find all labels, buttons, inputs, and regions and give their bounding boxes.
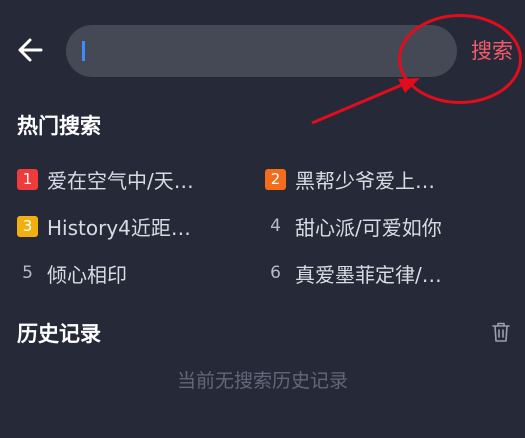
clear-history-button[interactable] <box>491 321 511 343</box>
hot-item-2[interactable]: 2 黑帮少爷爱上… <box>265 164 435 194</box>
rank-badge: 2 <box>265 168 286 190</box>
rank-number: 5 <box>22 263 33 283</box>
hot-item-5[interactable]: 5 倾心相印 <box>17 258 127 288</box>
hot-item-1[interactable]: 1 爱在空气中/天… <box>17 164 194 194</box>
hot-item-label: History4近距… <box>47 215 191 240</box>
hot-item-label: 黑帮少爷爱上… <box>295 168 435 193</box>
hot-search-title: 热门搜索 <box>17 114 101 138</box>
history-empty-text: 当前无搜索历史记录 <box>176 370 348 392</box>
search-screen: 搜索 热门搜索 1 爱在空气中/天… 2 黑帮少爷爱上… 3 History4近… <box>0 0 525 438</box>
hot-item-4[interactable]: 4 甜心派/可爱如你 <box>265 211 442 241</box>
trash-icon <box>492 322 510 342</box>
hot-item-label: 爱在空气中/天… <box>47 168 194 193</box>
hot-item-3[interactable]: 3 History4近距… <box>17 211 191 241</box>
hot-item-label: 倾心相印 <box>47 262 127 287</box>
rank-badge: 1 <box>17 168 38 190</box>
rank-number: 4 <box>270 216 281 236</box>
rank-number: 6 <box>270 263 281 283</box>
history-title: 历史记录 <box>17 322 101 346</box>
hot-item-6[interactable]: 6 真爱墨菲定律/… <box>265 258 442 288</box>
rank-badge: 3 <box>17 215 38 237</box>
hot-item-label: 真爱墨菲定律/… <box>295 262 442 287</box>
hot-item-label: 甜心派/可爱如你 <box>295 215 442 240</box>
